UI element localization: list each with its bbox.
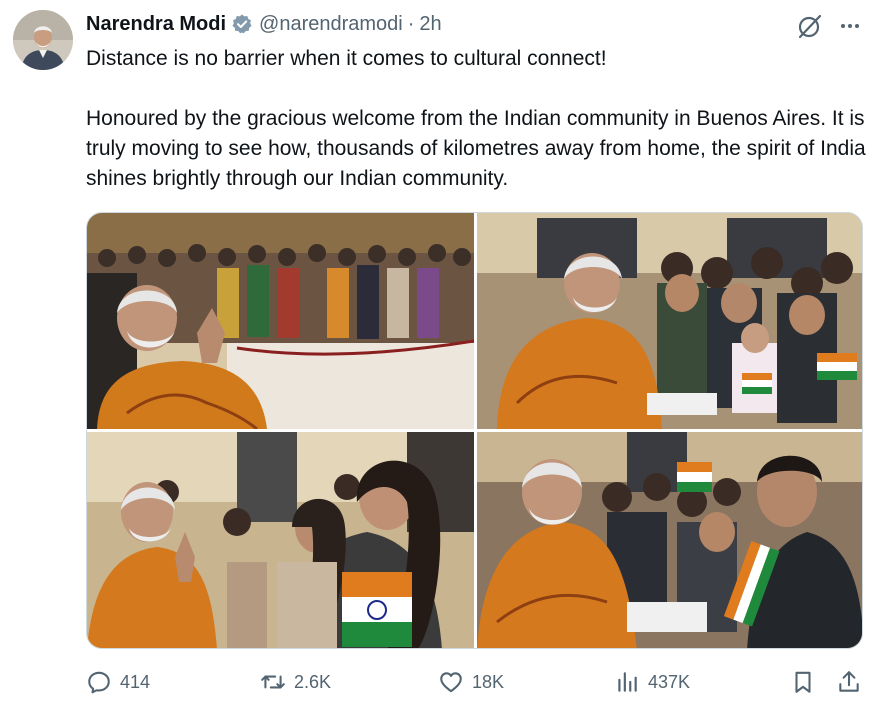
repost-icon bbox=[261, 675, 285, 689]
verified-badge-icon[interactable] bbox=[231, 13, 253, 35]
tweet-card: Narendra Modi @narendramodi · 2h Distanc… bbox=[0, 0, 895, 703]
share-icon bbox=[839, 671, 859, 692]
timestamp[interactable]: 2h bbox=[419, 13, 441, 36]
like-button[interactable]: 18K bbox=[438, 666, 504, 698]
tweet-text-line-2: Honoured by the gracious welcome from th… bbox=[86, 107, 866, 190]
author-handle[interactable]: @narendramodi bbox=[259, 13, 403, 36]
like-count: 18K bbox=[472, 671, 505, 692]
media-photo-2[interactable] bbox=[477, 213, 862, 429]
tweet-actions: 414 2.6K 18K 437K bbox=[86, 666, 866, 698]
views-button[interactable]: 437K bbox=[614, 666, 690, 698]
bookmark-button[interactable] bbox=[790, 666, 816, 698]
grok-slash-icon[interactable] bbox=[796, 12, 824, 40]
tweet-header: Narendra Modi @narendramodi · 2h bbox=[86, 10, 875, 38]
reply-button[interactable]: 414 bbox=[86, 666, 150, 698]
repost-button[interactable]: 2.6K bbox=[260, 666, 331, 698]
media-photo-1[interactable] bbox=[87, 213, 474, 429]
reply-icon bbox=[88, 671, 110, 694]
media-grid bbox=[86, 212, 863, 649]
avatar[interactable] bbox=[13, 10, 73, 70]
author-name[interactable]: Narendra Modi bbox=[86, 13, 226, 36]
views-count: 437K bbox=[648, 671, 691, 692]
reply-count: 414 bbox=[120, 671, 151, 692]
media-photo-4[interactable] bbox=[477, 432, 862, 648]
tweet-text-line-1: Distance is no barrier when it comes to … bbox=[86, 47, 607, 70]
repost-count: 2.6K bbox=[294, 671, 332, 692]
bookmark-icon bbox=[795, 671, 811, 693]
share-button[interactable] bbox=[836, 666, 862, 698]
heart-icon bbox=[440, 672, 462, 693]
separator-dot: · bbox=[407, 12, 415, 35]
more-dots-icon[interactable] bbox=[838, 14, 862, 38]
analytics-icon bbox=[618, 672, 637, 692]
tweet-text: Distance is no barrier when it comes to … bbox=[86, 44, 866, 194]
media-photo-3[interactable] bbox=[87, 432, 474, 648]
